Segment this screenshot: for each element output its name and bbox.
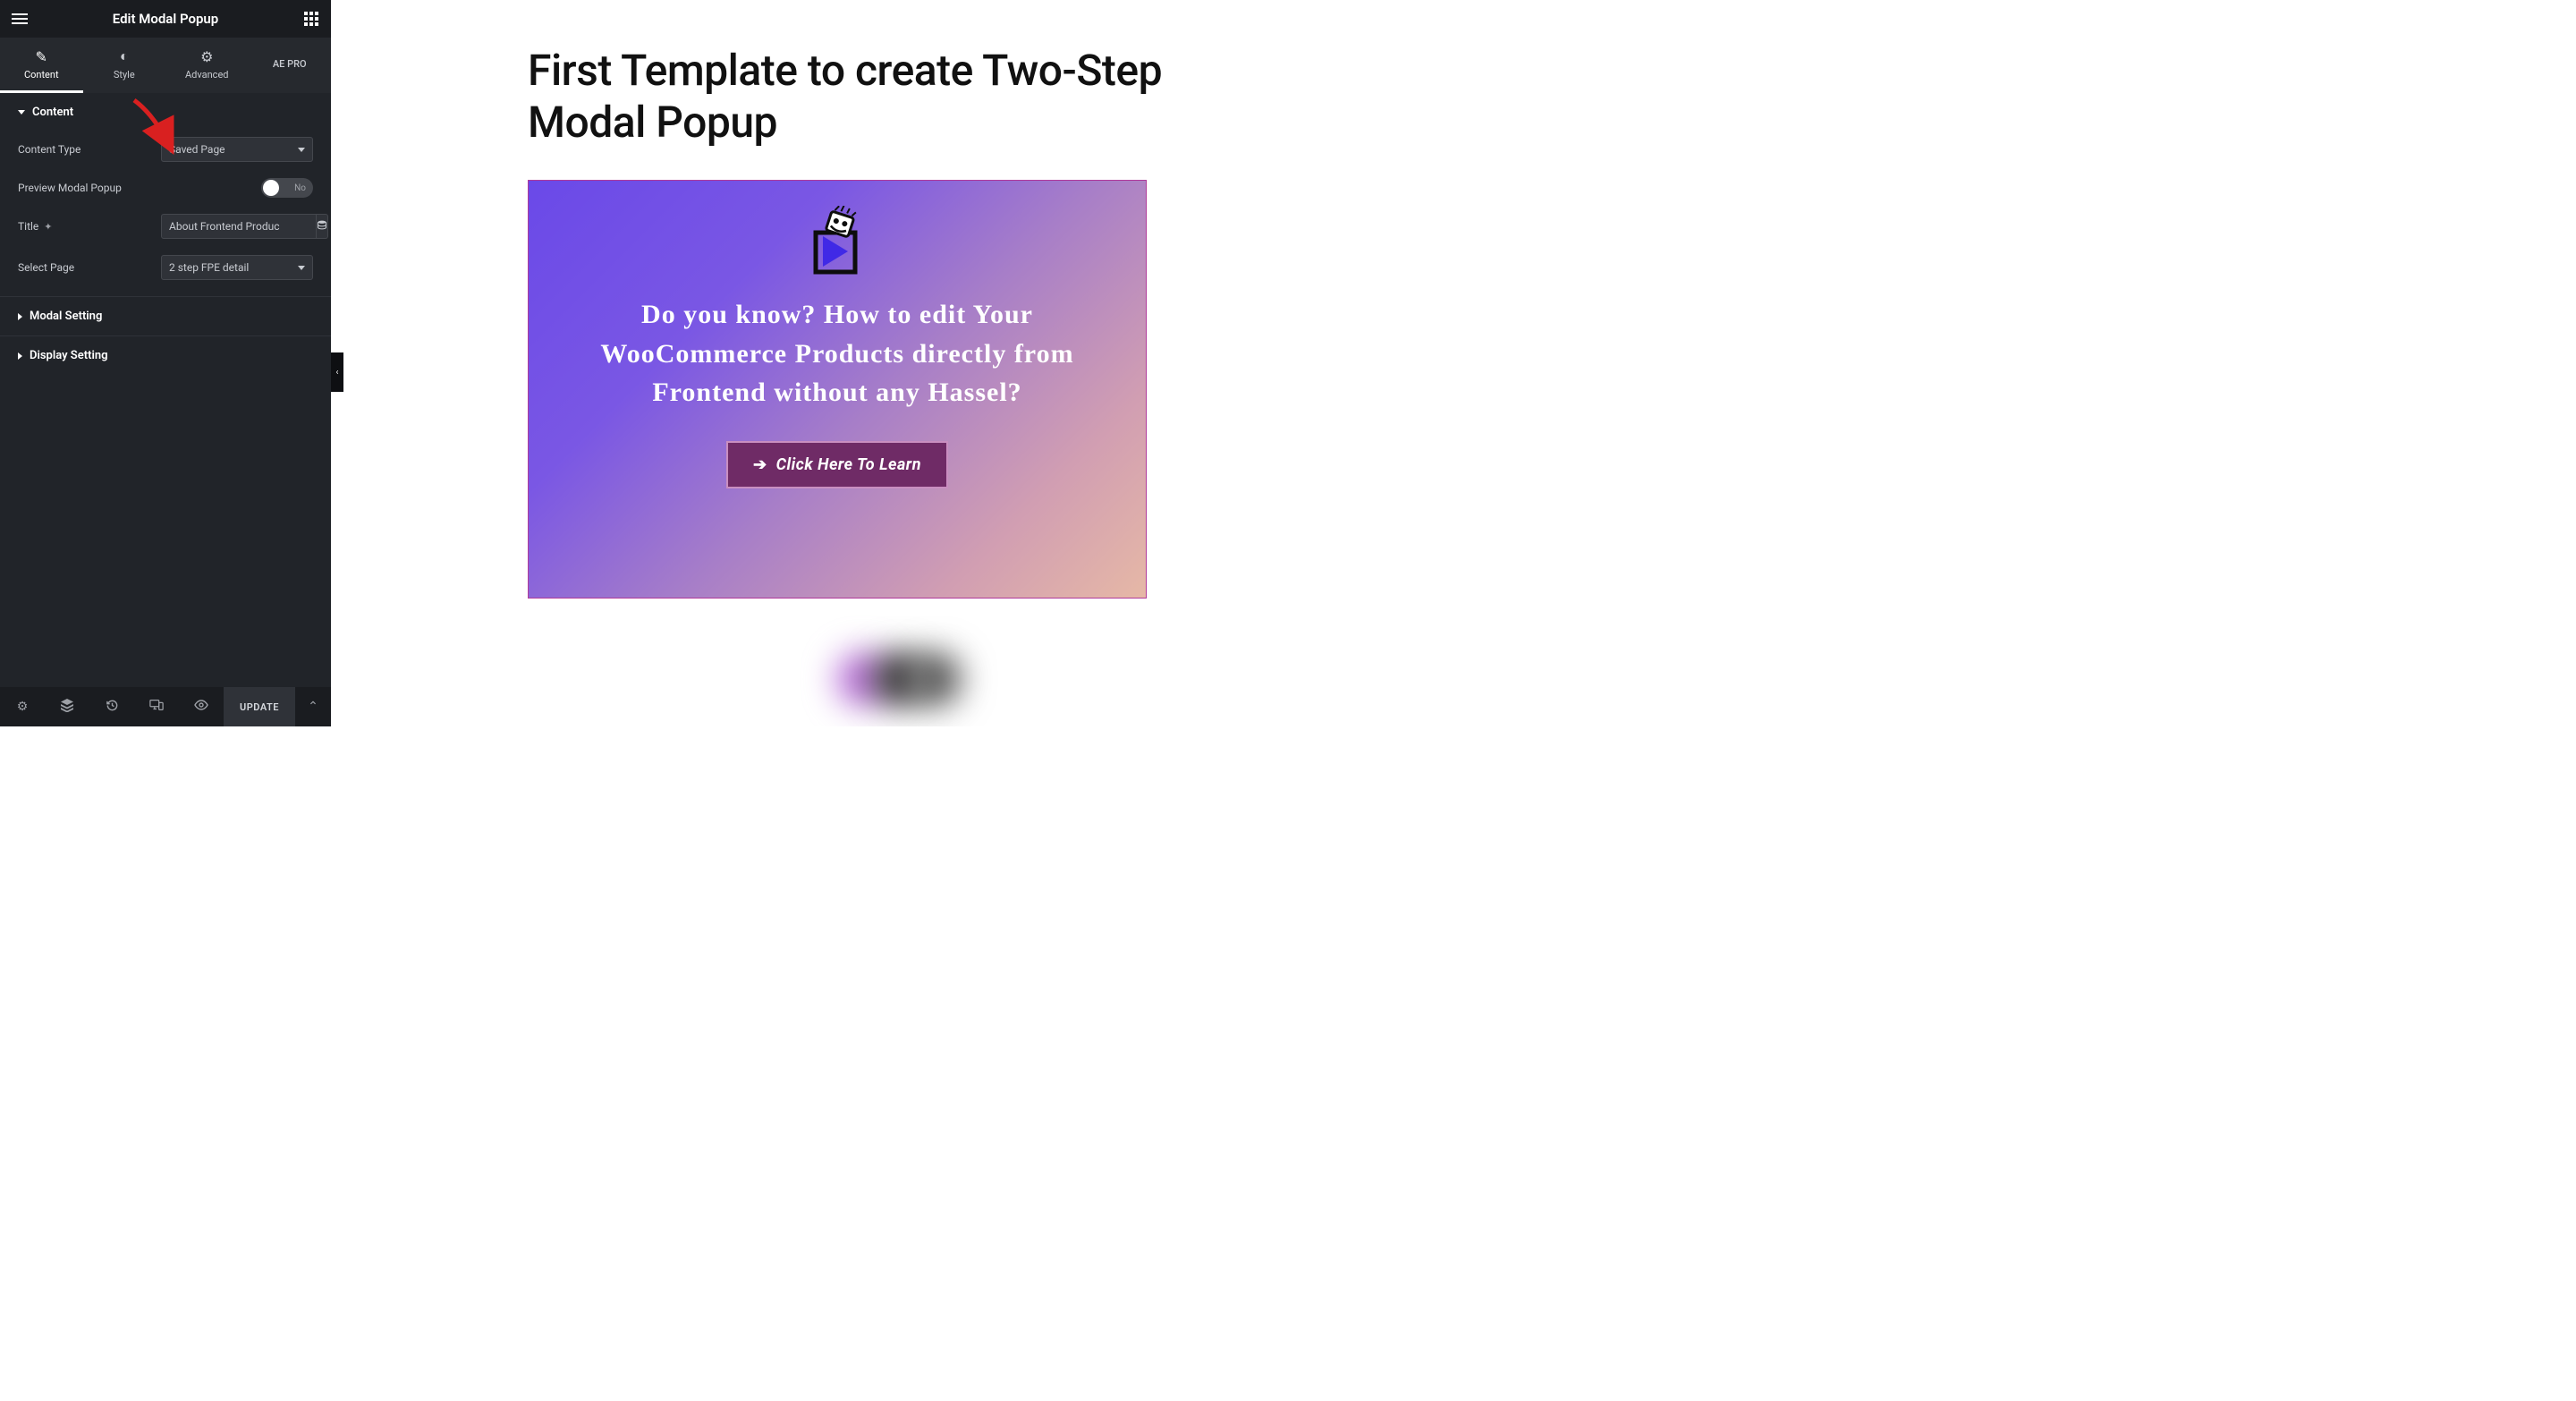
page-heading: First Template to create Two-Step Modal … <box>528 45 1270 148</box>
chevron-right-icon <box>18 313 22 320</box>
title-input-group <box>161 214 313 239</box>
row-content-type: Content Type Saved Page <box>18 137 313 162</box>
chevron-down-icon <box>18 110 25 115</box>
section-content: Content Content Type Saved Page Preview … <box>0 93 331 297</box>
preview-label: Preview Modal Popup <box>18 182 122 194</box>
chevron-up-icon: ⌃ <box>308 700 318 714</box>
collapse-panel-button[interactable]: ‹ <box>331 352 343 392</box>
section-display-setting: Display Setting <box>0 336 331 375</box>
tab-style[interactable]: ◐ Style <box>83 38 166 93</box>
panel-header: Edit Modal Popup <box>0 0 331 38</box>
apps-grid-icon[interactable] <box>302 10 320 28</box>
arrow-right-icon: ➔ <box>753 455 767 474</box>
tab-label: Style <box>114 69 135 81</box>
title-label: Title ✦ <box>18 220 53 233</box>
card-headline: Do you know? How to edit Your WooCommerc… <box>529 295 1146 412</box>
section-modal-setting: Modal Setting <box>0 297 331 336</box>
content-type-select-wrap: Saved Page <box>161 137 313 162</box>
section-title: Content <box>32 106 73 119</box>
tab-label: Content <box>24 69 59 81</box>
section-title: Display Setting <box>30 349 108 362</box>
panel-tabs: ✎ Content ◐ Style ⚙ Advanced AE PRO <box>0 38 331 93</box>
dynamic-tags-button[interactable] <box>317 214 328 239</box>
cta-label: Click Here To Learn <box>776 455 921 474</box>
sparkle-icon: ✦ <box>44 221 52 233</box>
devices-icon <box>149 699 164 715</box>
section-content-head[interactable]: Content <box>0 93 331 132</box>
navigator-button[interactable] <box>45 687 89 726</box>
panel-title: Edit Modal Popup <box>113 11 218 27</box>
tab-aepro[interactable]: AE PRO <box>249 38 332 93</box>
database-icon <box>317 220 327 234</box>
row-select-page: Select Page 2 step FPE detail <box>18 255 313 280</box>
product-logo <box>810 206 864 277</box>
tab-advanced[interactable]: ⚙ Advanced <box>165 38 249 93</box>
content-type-select[interactable]: Saved Page <box>161 137 313 162</box>
toggle-label: No <box>294 183 306 193</box>
select-page-select[interactable]: 2 step FPE detail <box>161 255 313 280</box>
editor-panel: Edit Modal Popup ✎ Content ◐ Style ⚙ Adv… <box>0 0 331 726</box>
cta-button[interactable]: ➔ Click Here To Learn <box>726 441 948 488</box>
pencil-icon: ✎ <box>36 48 47 65</box>
history-icon <box>106 699 119 716</box>
settings-button[interactable]: ⚙ <box>0 687 45 726</box>
layers-icon <box>60 698 74 716</box>
tab-content[interactable]: ✎ Content <box>0 38 83 93</box>
eye-icon <box>194 700 208 714</box>
save-options-button[interactable]: ⌃ <box>295 687 331 726</box>
chevron-right-icon <box>18 352 22 360</box>
preview-button[interactable] <box>179 687 224 726</box>
select-page-label: Select Page <box>18 261 74 274</box>
history-button[interactable] <box>89 687 134 726</box>
contrast-icon: ◐ <box>120 47 129 65</box>
modal-card: Do you know? How to edit Your WooCommerc… <box>528 180 1147 599</box>
section-title: Modal Setting <box>30 310 102 323</box>
section-display-setting-head[interactable]: Display Setting <box>0 336 331 375</box>
row-title: Title ✦ <box>18 214 313 239</box>
update-button[interactable]: UPDATE <box>224 687 295 726</box>
content-type-label: Content Type <box>18 143 80 156</box>
title-input[interactable] <box>161 214 317 239</box>
decorative-blur <box>528 652 1270 706</box>
toggle-knob <box>263 180 279 196</box>
panel-footer: ⚙ UPDATE ⌃ <box>0 687 331 726</box>
row-preview-toggle: Preview Modal Popup No <box>18 178 313 198</box>
gear-icon: ⚙ <box>200 48 213 65</box>
preview-canvas[interactable]: First Template to create Two-Step Modal … <box>331 0 1342 726</box>
tab-label: AE PRO <box>273 58 307 70</box>
chevron-left-icon: ‹ <box>335 368 338 378</box>
gear-icon: ⚙ <box>17 700 29 714</box>
section-modal-setting-head[interactable]: Modal Setting <box>0 297 331 335</box>
responsive-button[interactable] <box>134 687 179 726</box>
select-page-wrap: 2 step FPE detail <box>161 255 313 280</box>
tab-label: Advanced <box>185 69 228 81</box>
preview-toggle[interactable]: No <box>261 178 313 198</box>
section-content-body: Content Type Saved Page Preview Modal Po… <box>0 132 331 296</box>
menu-icon[interactable] <box>11 10 29 28</box>
